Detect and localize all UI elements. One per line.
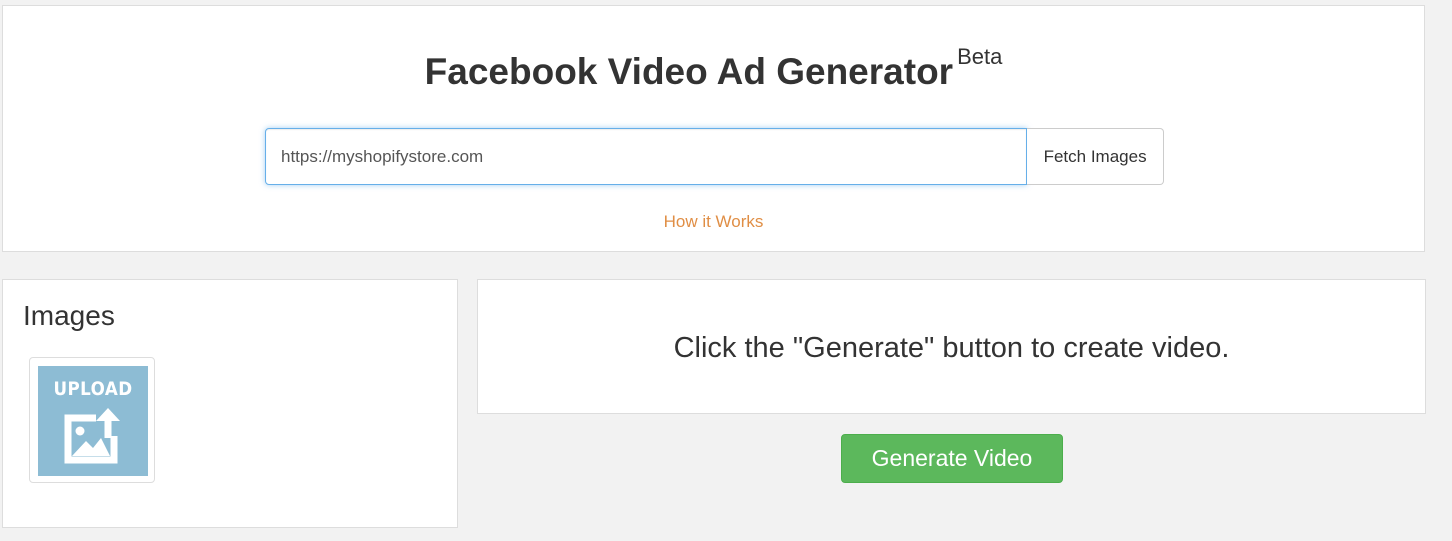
header-panel: Facebook Video Ad GeneratorBeta Fetch Im… <box>2 5 1425 252</box>
generate-instruction-message: Click the "Generate" button to create vi… <box>673 332 1230 364</box>
images-panel: Images UPLOAD <box>2 279 458 528</box>
upload-graphic: UPLOAD <box>38 366 148 476</box>
upload-image-button[interactable]: UPLOAD <box>29 357 155 483</box>
video-preview-panel: Click the "Generate" button to create vi… <box>477 279 1426 414</box>
page-title: Facebook Video Ad Generator Beta <box>3 44 1424 93</box>
url-form: Fetch Images <box>265 128 1164 185</box>
page-title-text: Facebook Video Ad Generator <box>424 51 954 92</box>
how-it-works-link[interactable]: How it Works <box>3 212 1424 232</box>
generate-video-button[interactable]: Generate Video <box>841 434 1063 483</box>
beta-badge: Beta <box>957 44 1003 69</box>
store-url-input[interactable] <box>265 128 1028 185</box>
fetch-images-button[interactable]: Fetch Images <box>1027 128 1164 185</box>
image-upload-icon <box>64 408 120 464</box>
images-heading: Images <box>23 300 115 331</box>
upload-label: UPLOAD <box>53 378 133 400</box>
